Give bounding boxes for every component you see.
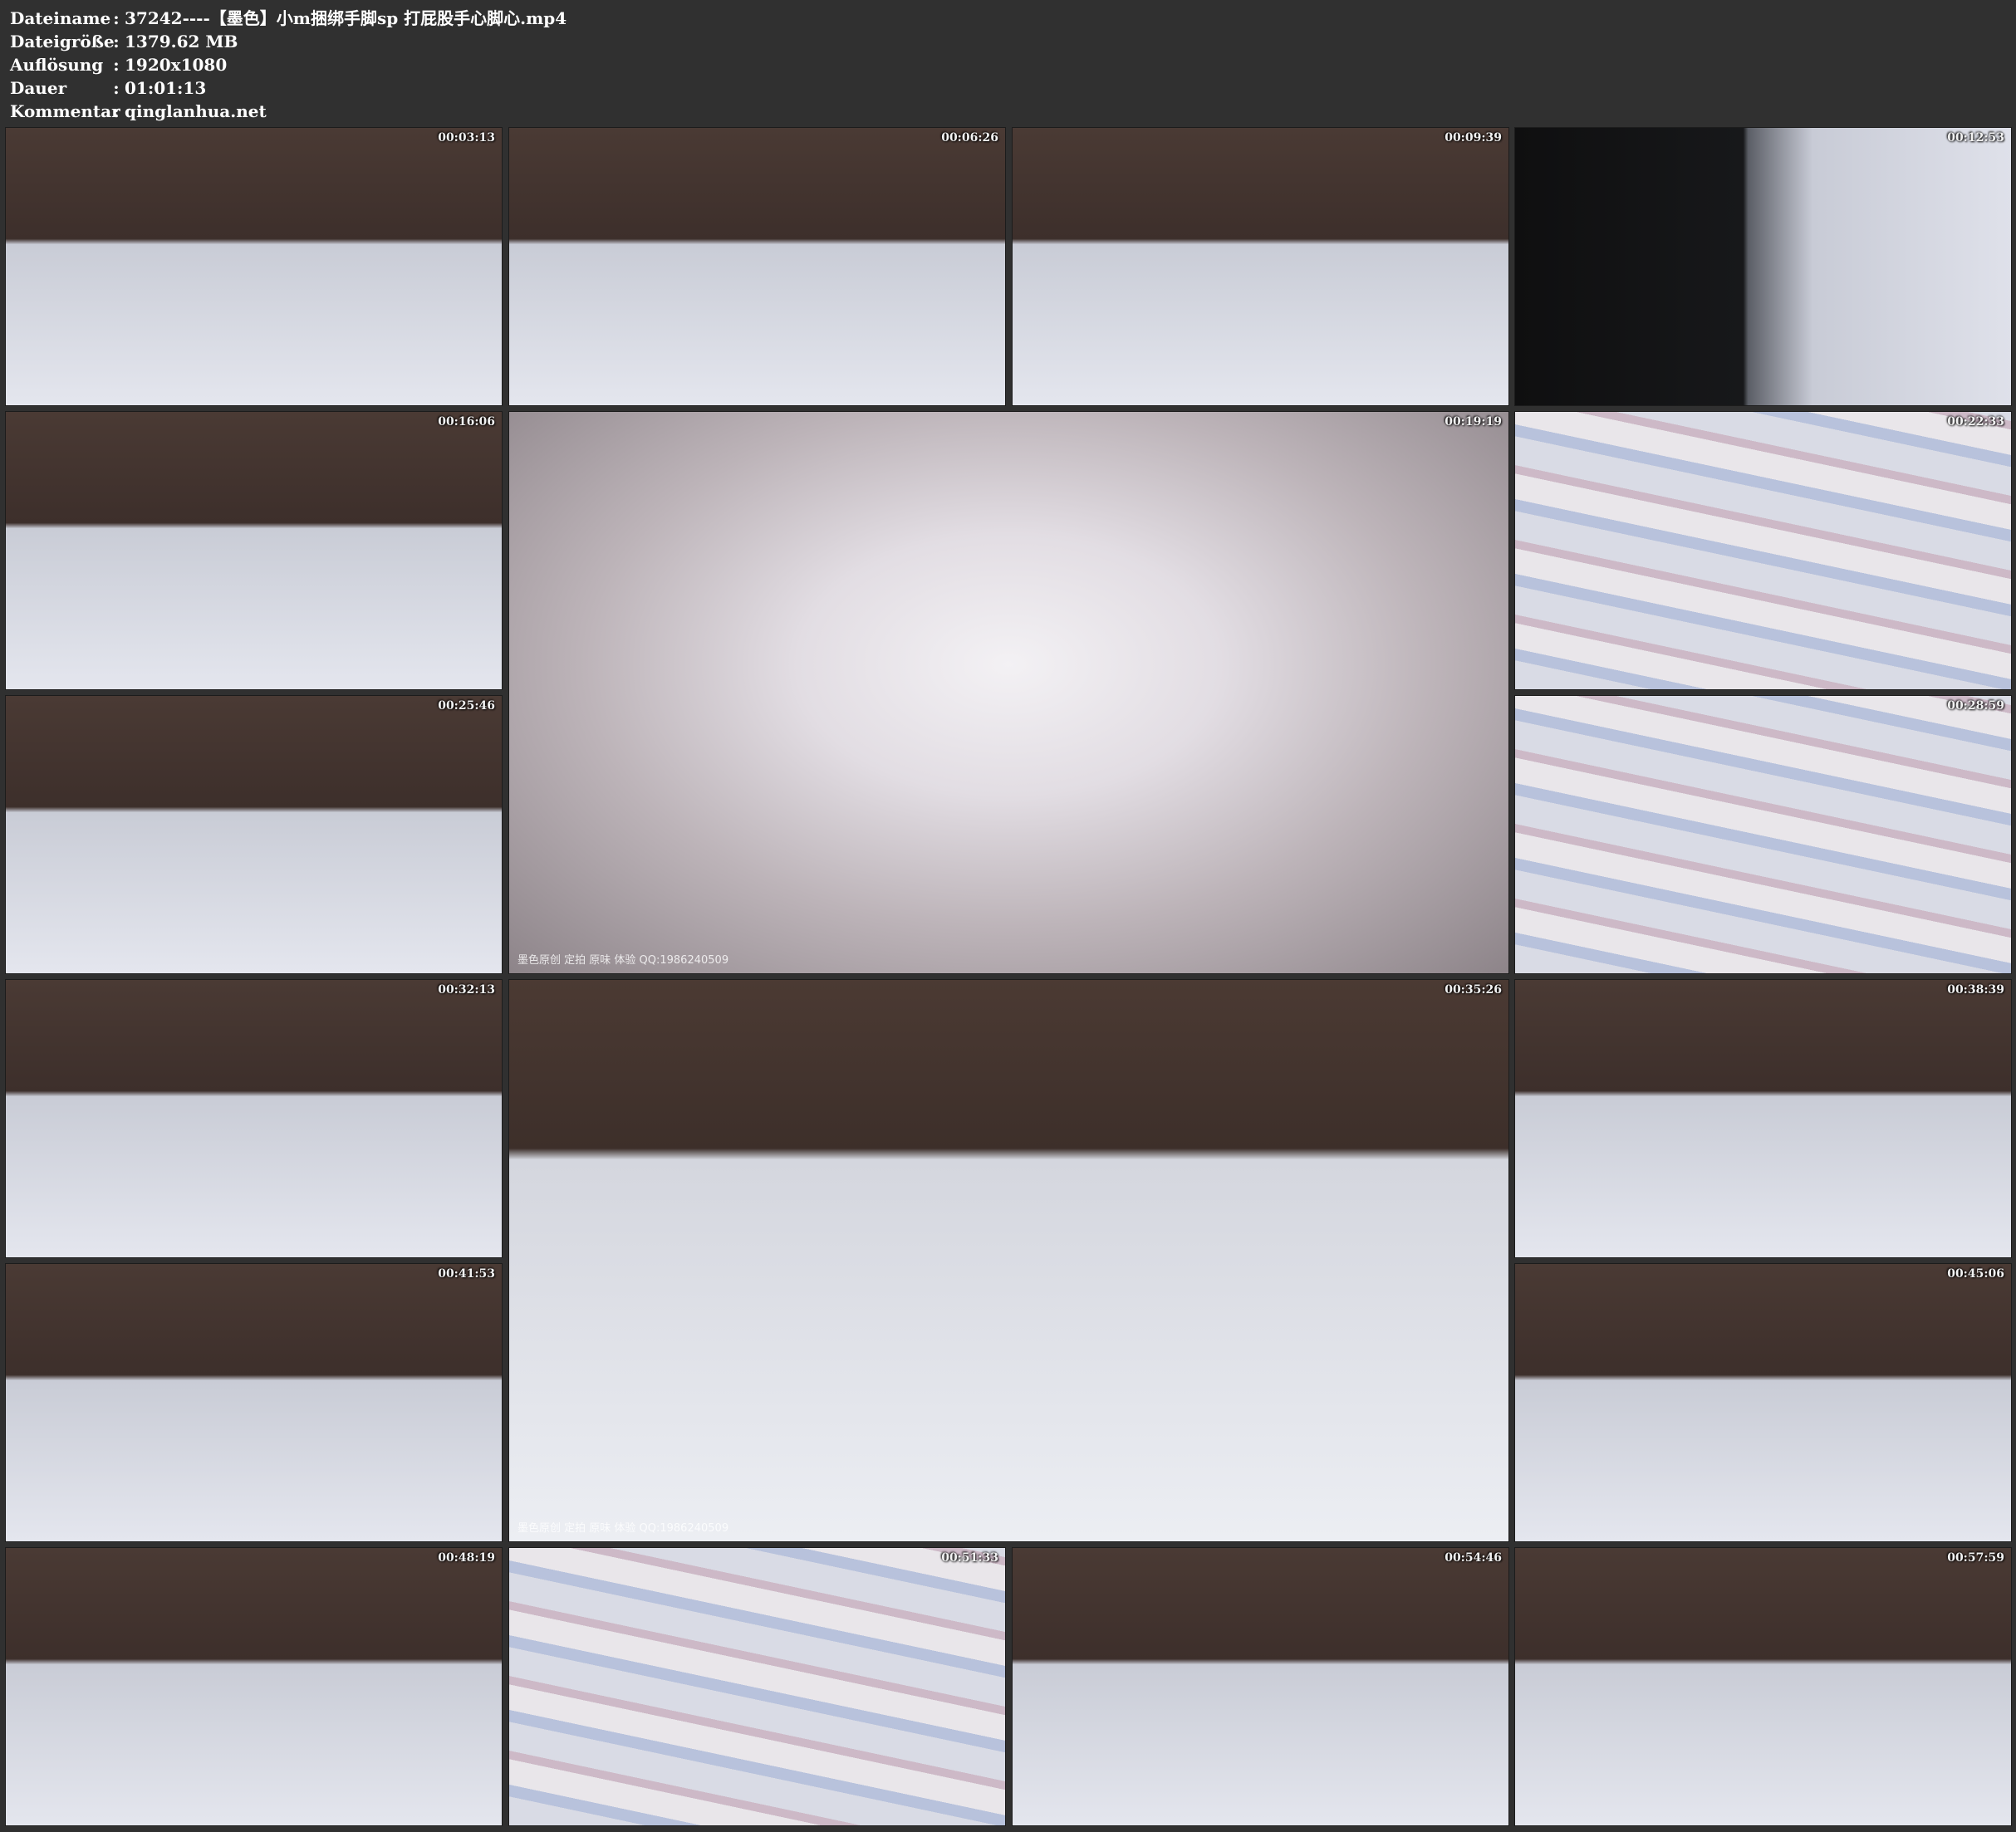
thumbnail-frame: 00:57:59	[1514, 1547, 2012, 1826]
info-value: 01:01:13	[125, 78, 207, 98]
thumbnail-frame: 00:03:13	[5, 127, 503, 406]
frame-timestamp: 00:19:19	[1445, 415, 1502, 429]
info-separator: :	[113, 78, 120, 98]
frame-watermark: 墨色原创 定拍 原味 体验 QQ:1986240509	[517, 954, 729, 967]
frame-timestamp: 00:57:59	[1947, 1551, 2004, 1565]
frame-timestamp: 00:16:06	[438, 415, 495, 429]
thumbnail-frame: 00:16:06	[5, 411, 503, 690]
frame-timestamp: 00:32:13	[438, 983, 495, 997]
info-separator: :	[113, 8, 120, 28]
frame-timestamp: 00:03:13	[438, 131, 495, 145]
frame-timestamp: 00:45:06	[1947, 1267, 2004, 1281]
info-row-duration: Dauer : 01:01:13	[10, 76, 567, 100]
info-separator: :	[113, 32, 120, 51]
info-separator: :	[113, 101, 120, 121]
thumbnail-frame: 00:09:39	[1012, 127, 1509, 406]
thumbnail-frame: 00:41:53	[5, 1263, 503, 1542]
frame-timestamp: 00:35:26	[1445, 983, 1502, 997]
thumbnail-frame: 00:54:46	[1012, 1547, 1509, 1826]
info-row-resolution: Auflösung : 1920x1080	[10, 53, 567, 76]
info-label: Dateiname	[10, 8, 111, 28]
info-label: Kommentar	[10, 101, 120, 121]
frame-timestamp: 00:06:26	[941, 131, 998, 145]
thumbnail-frame: 00:38:39	[1514, 979, 2012, 1258]
frame-timestamp: 00:38:39	[1947, 983, 2004, 997]
info-label: Dauer	[10, 78, 67, 98]
frame-timestamp: 00:22:33	[1947, 415, 2004, 429]
frame-timestamp: 00:09:39	[1445, 131, 1502, 145]
info-label: Auflösung	[10, 55, 104, 75]
frame-timestamp: 00:12:53	[1947, 131, 2004, 145]
info-row-comment: Kommentar : qinglanhua.net	[10, 100, 567, 123]
file-info-header: Dateiname : 37242----【墨色】小m捆绑手脚sp 打屁股手心脚…	[10, 7, 567, 123]
info-row-filesize: Dateigröße : 1379.62 MB	[10, 30, 567, 53]
thumbnail-frame: 00:45:06	[1514, 1263, 2012, 1542]
thumbnail-frame: 00:28:59	[1514, 695, 2012, 974]
thumbnail-frame: 00:48:19	[5, 1547, 503, 1826]
thumbnail-frame: 00:06:26	[508, 127, 1006, 406]
thumbnail-frame: 00:25:46	[5, 695, 503, 974]
frame-timestamp: 00:48:19	[438, 1551, 495, 1565]
frame-timestamp: 00:54:46	[1445, 1551, 1502, 1565]
info-value: qinglanhua.net	[125, 101, 267, 121]
thumbnail-frame: 00:22:33	[1514, 411, 2012, 690]
frame-watermark: 墨色原创 定拍 原味 体验 QQ:1986240509	[517, 1522, 729, 1535]
info-label: Dateigröße	[10, 32, 115, 51]
info-value: 1379.62 MB	[125, 32, 238, 51]
thumbnail-frame: 00:12:53	[1514, 127, 2012, 406]
thumbnail-frame-large: 00:19:19 墨色原创 定拍 原味 体验 QQ:1986240509	[508, 411, 1509, 974]
info-row-filename: Dateiname : 37242----【墨色】小m捆绑手脚sp 打屁股手心脚…	[10, 7, 567, 30]
frame-timestamp: 00:25:46	[438, 699, 495, 713]
info-value: 1920x1080	[125, 55, 228, 75]
thumbnail-frame: 00:32:13	[5, 979, 503, 1258]
thumbnail-frame: 00:51:33	[508, 1547, 1006, 1826]
frame-timestamp: 00:28:59	[1947, 699, 2004, 713]
info-separator: :	[113, 55, 120, 75]
thumbnail-frame-large: 00:35:26 墨色原创 定拍 原味 体验 QQ:1986240509	[508, 979, 1509, 1542]
frame-timestamp: 00:41:53	[438, 1267, 495, 1281]
info-value: 37242----【墨色】小m捆绑手脚sp 打屁股手心脚心.mp4	[125, 8, 567, 28]
frame-timestamp: 00:51:33	[941, 1551, 998, 1565]
